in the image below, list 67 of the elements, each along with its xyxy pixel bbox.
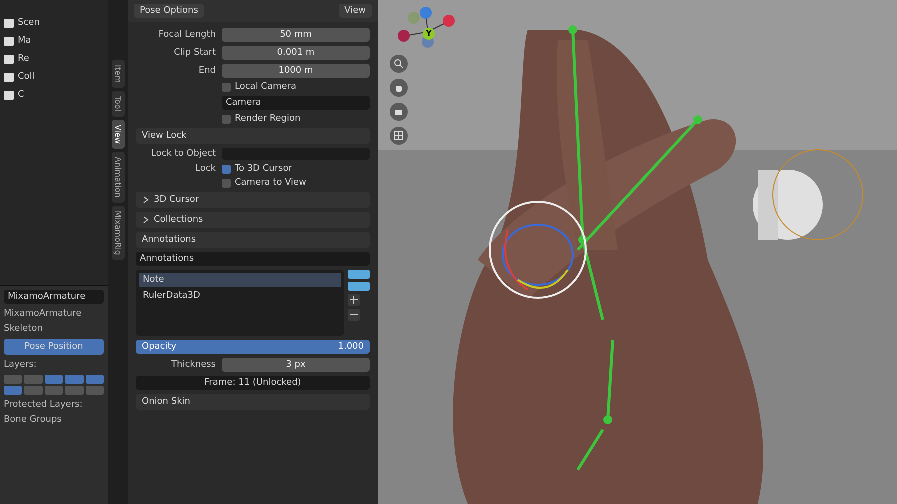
armature-selector[interactable]: MixamoArmature xyxy=(4,290,104,304)
zoom-icon[interactable] xyxy=(390,55,408,73)
checkbox-label: Camera to View xyxy=(235,178,306,188)
slider-label: Opacity xyxy=(142,342,177,352)
field-label: Clip Start xyxy=(173,48,216,58)
sidebar-tab[interactable]: View xyxy=(112,120,124,149)
layer-toggle[interactable] xyxy=(24,386,43,395)
sidebar-tab[interactable]: Animation xyxy=(112,152,124,203)
layer-toggle[interactable] xyxy=(44,375,64,384)
opacity-slider[interactable]: Opacity 1.000 xyxy=(136,340,370,354)
section-header[interactable]: 3D Cursor xyxy=(136,192,370,208)
layer-toggle[interactable] xyxy=(4,386,22,395)
frame-field[interactable]: Frame: 11 (Unlocked) xyxy=(136,376,370,390)
sidebar-tab[interactable]: Item xyxy=(112,60,124,88)
view-menu[interactable]: View xyxy=(338,4,372,18)
layer-toggle[interactable] xyxy=(86,375,104,384)
field-label: End xyxy=(198,66,216,76)
number-field[interactable]: 50 mm xyxy=(222,28,370,42)
layer-toggle[interactable] xyxy=(86,386,104,395)
layer-toggle[interactable] xyxy=(65,386,84,395)
axis-label: Y xyxy=(423,28,435,40)
checkbox-label: To 3D Cursor xyxy=(235,164,292,174)
field-label: Lock xyxy=(194,164,216,174)
annotations-data-field[interactable]: Annotations xyxy=(136,252,370,266)
layer-item[interactable]: RulerData3D xyxy=(139,289,341,303)
annotations-header[interactable]: Annotations xyxy=(136,232,370,248)
protected-layers-label: Protected Layers: xyxy=(4,400,84,410)
layer-toggle[interactable] xyxy=(4,375,22,384)
outliner-item[interactable]: Ma xyxy=(18,36,32,46)
outliner-item[interactable]: C xyxy=(18,90,24,100)
number-field[interactable]: 3 px xyxy=(222,358,370,372)
outliner-item[interactable]: Re xyxy=(18,54,30,64)
layer-color-swatch[interactable] xyxy=(348,282,370,291)
sidebar-tab[interactable]: MixamoRig xyxy=(112,206,124,260)
skeleton-header[interactable]: Skeleton xyxy=(4,324,104,334)
field-label: Lock to Object xyxy=(150,149,216,159)
checkbox-label: Local Camera xyxy=(235,82,297,92)
outliner-item[interactable]: Scen xyxy=(18,18,40,28)
field-label: Thickness xyxy=(170,360,216,370)
slider-value: 1.000 xyxy=(338,342,364,352)
bone-groups-header[interactable]: Bone Groups xyxy=(4,415,104,425)
layers-label: Layers: xyxy=(4,360,38,370)
add-icon[interactable] xyxy=(348,294,360,306)
onion-skin-header[interactable]: Onion Skin xyxy=(136,394,370,410)
grid-icon[interactable] xyxy=(390,127,408,145)
checkbox-label: Render Region xyxy=(235,114,301,124)
layer-toggle[interactable] xyxy=(65,375,84,384)
layer-color-swatch[interactable] xyxy=(348,270,370,279)
outliner-item[interactable]: Coll xyxy=(18,72,35,82)
field-label: Focal Length xyxy=(158,30,216,40)
armature-name: MixamoArmature xyxy=(4,309,83,319)
layer-item[interactable]: Note xyxy=(139,273,341,287)
layer-toggle[interactable] xyxy=(24,375,43,384)
checkbox[interactable] xyxy=(222,178,231,188)
sidebar-tab[interactable]: Tool xyxy=(112,91,124,117)
section-header[interactable]: Collections xyxy=(136,212,370,228)
number-field[interactable]: 1000 m xyxy=(222,64,370,78)
checkbox[interactable] xyxy=(222,164,231,174)
layer-toggle[interactable] xyxy=(44,386,64,395)
view-lock-header[interactable]: View Lock xyxy=(136,128,370,144)
pose-options-menu[interactable]: Pose Options xyxy=(134,4,204,18)
remove-icon[interactable] xyxy=(348,309,360,321)
checkbox[interactable] xyxy=(222,114,231,124)
axis-gizmo[interactable]: Y xyxy=(386,4,456,49)
camera-field[interactable]: Camera xyxy=(222,96,370,110)
number-field[interactable]: 0.001 m xyxy=(222,46,370,60)
checkbox[interactable] xyxy=(222,82,231,92)
